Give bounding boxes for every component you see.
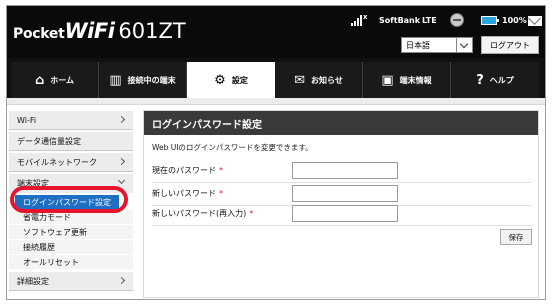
mail-icon: ✉	[294, 72, 306, 88]
divider	[152, 182, 532, 183]
sidebar-item-mobile-network[interactable]: モバイルネットワーク	[9, 153, 133, 172]
battery-percent: 100%	[502, 15, 527, 25]
confirm-password-input[interactable]	[292, 205, 398, 222]
sidebar-item-data-usage[interactable]: データ通信量設定	[9, 132, 133, 151]
sidebar-subitem-connection-history[interactable]: 接続履歴	[9, 240, 133, 254]
tab-help[interactable]: ? ヘルプ	[451, 62, 539, 98]
chevron-down-icon	[456, 38, 472, 52]
device-info-icon: ▣	[381, 72, 394, 88]
current-password-input[interactable]	[292, 162, 398, 179]
logout-button[interactable]: ログアウト	[481, 36, 539, 54]
battery-icon	[481, 16, 499, 25]
tab-device-info[interactable]: ▣ 端末情報	[363, 62, 451, 98]
page-description: Web UIのログインパスワードを変更できます。	[152, 143, 313, 152]
chevron-right-icon	[117, 276, 126, 285]
app-window: PocketWiFi 601ZT x SoftBank LTE 100% 日本語 …	[6, 5, 546, 300]
divider	[152, 225, 532, 226]
sidebar-subitem-software-update[interactable]: ソフトウェア更新	[9, 225, 133, 239]
sidebar-item-wifi[interactable]: Wi-Fi	[9, 111, 133, 130]
gear-icon: ⚙	[214, 72, 226, 88]
home-icon: ⌂	[34, 72, 45, 88]
help-icon: ?	[476, 72, 484, 88]
tab-settings[interactable]: ⚙ 設定	[187, 62, 275, 98]
highlight-annotation-ring	[10, 186, 128, 213]
main-tabs: ⌂ ホーム ▥ 接続中の端末 ⚙ 設定 ✉ お知らせ ▣ 端末情報 ? ヘルプ	[7, 58, 545, 98]
chevron-right-icon	[117, 157, 126, 166]
tab-home[interactable]: ⌂ ホーム	[11, 62, 99, 98]
header-bar: PocketWiFi 601ZT x SoftBank LTE 100% 日本語 …	[7, 6, 545, 58]
main-panel: ログインパスワード設定 Web UIのログインパスワードを変更できます。 現在の…	[143, 110, 539, 298]
chevron-right-icon	[117, 115, 126, 124]
page-title: ログインパスワード設定	[144, 111, 538, 135]
tab-strip-divider	[7, 98, 545, 105]
logo: PocketWiFi 601ZT	[13, 19, 186, 43]
devices-icon: ▥	[109, 72, 122, 88]
chevron-down-icon	[117, 176, 126, 185]
tab-connected-devices[interactable]: ▥ 接続中の端末	[99, 62, 187, 98]
carrier-name: SoftBank	[379, 15, 421, 25]
tab-notifications[interactable]: ✉ お知らせ	[275, 62, 363, 98]
signal-strength-icon: x	[351, 12, 368, 28]
network-type: LTE	[422, 15, 437, 25]
sidebar-item-advanced-settings[interactable]: 詳細設定	[9, 272, 133, 291]
notification-mail-icon	[528, 16, 542, 26]
sidebar-subitem-all-reset[interactable]: オールリセット	[9, 255, 133, 269]
save-button[interactable]: 保存	[500, 229, 532, 245]
language-select[interactable]: 日本語	[401, 37, 473, 53]
roaming-globe-icon	[450, 13, 464, 27]
new-password-input[interactable]	[292, 185, 398, 202]
